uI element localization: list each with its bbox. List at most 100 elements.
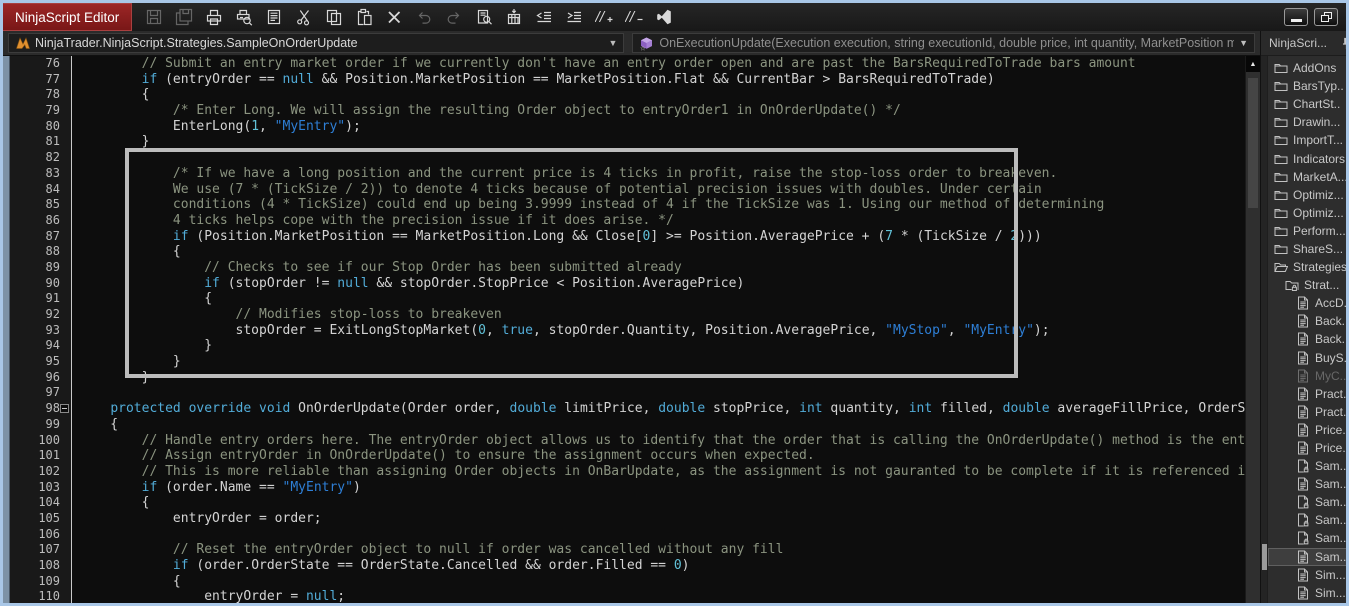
comment-selection-button[interactable]: // (594, 8, 613, 27)
explorer-item-back[interactable]: Back... (1268, 330, 1346, 348)
explorer-item-sam[interactable]: Sam... (1268, 493, 1346, 511)
code-line[interactable]: 77 if (entryOrder == null && Position.Ma… (10, 71, 1245, 88)
code-line[interactable]: 89 // Checks to see if our Stop Order ha… (10, 259, 1245, 276)
code-line[interactable]: 98 protected override void OnOrderUpdate… (10, 401, 1245, 417)
explorer-item-back[interactable]: Back... (1268, 312, 1346, 330)
code-line[interactable]: 83 /* If we have a long position and the… (10, 165, 1245, 182)
explorer-item-shares[interactable]: ShareS... (1268, 240, 1346, 258)
explorer-item-strategies[interactable]: Strategies (1268, 258, 1346, 276)
code-line[interactable]: 81 } (10, 134, 1245, 151)
code-line[interactable]: 96 } (10, 369, 1245, 386)
explorer-item-myc[interactable]: MyC... (1268, 367, 1346, 385)
explorer-item-strat[interactable]: Strat... (1268, 276, 1346, 294)
code-line[interactable]: 82 (10, 150, 1245, 166)
explorer-item-chartst[interactable]: ChartSt.. (1268, 95, 1346, 113)
page-setup-button[interactable] (264, 8, 283, 27)
code-line[interactable]: 104 { (10, 495, 1245, 511)
explorer-item-optimiz[interactable]: Optimiz... (1268, 186, 1346, 204)
method-selector-dropdown[interactable]: ☆ OnExecutionUpdate(Execution execution,… (632, 33, 1255, 53)
undo-button[interactable] (414, 8, 433, 27)
scroll-up-arrow-icon[interactable]: ▲ (1246, 56, 1260, 72)
restore-button[interactable] (1314, 8, 1338, 26)
code-line[interactable]: 95 } (10, 354, 1245, 370)
unindent-button[interactable] (534, 8, 553, 27)
code-line[interactable]: 88 { (10, 244, 1245, 260)
editor-tab[interactable]: NinjaScript Editor (3, 3, 133, 31)
code-line[interactable]: 101 // Assign entryOrder in OnOrderUpdat… (10, 448, 1245, 464)
editor-vertical-scrollbar[interactable]: ▲ (1245, 56, 1260, 603)
explorer-item-accd[interactable]: AccD... (1268, 294, 1346, 312)
find-button[interactable] (474, 8, 493, 27)
explorer-item-label: Pract... (1315, 404, 1347, 419)
explorer-item-importt[interactable]: ImportT... (1268, 131, 1346, 149)
explorer-item-pract[interactable]: Pract... (1268, 385, 1346, 403)
explorer-item-drawin[interactable]: Drawin... (1268, 113, 1346, 131)
minimize-button[interactable] (1284, 8, 1308, 26)
code-line[interactable]: 110 entryOrder = null; (10, 589, 1245, 603)
scrollbar-thumb[interactable] (1248, 78, 1258, 208)
explorer-item-label: Price... (1315, 441, 1349, 456)
explorer-item-indicators[interactable]: Indicators (1268, 149, 1346, 167)
print-button[interactable] (204, 8, 223, 27)
code-line[interactable]: 97 (10, 385, 1245, 402)
code-line[interactable]: 93 stopOrder = ExitLongStopMarket(0, tru… (10, 322, 1245, 339)
explorer-item-buys[interactable]: BuyS... (1268, 349, 1346, 367)
explorer-item-sam[interactable]: Sam... (1268, 511, 1346, 529)
class-selector-dropdown[interactable]: NinjaTrader.NinjaScript.Strategies.Sampl… (8, 33, 625, 53)
explorer-item-price[interactable]: Price... (1268, 421, 1346, 439)
code-line[interactable]: 100 // Handle entry orders here. The ent… (10, 432, 1245, 449)
code-line[interactable]: 86 4 ticks helps cope with the precision… (10, 212, 1245, 229)
explorer-item-price[interactable]: Price... (1268, 439, 1349, 457)
explorer-scrollbar-thumb[interactable] (1262, 544, 1267, 570)
code-line[interactable]: 105 entryOrder = order; (10, 510, 1245, 527)
line-number: 96 (10, 369, 72, 386)
delete-button[interactable] (384, 8, 403, 27)
code-line[interactable]: 92 // Modifies stop-loss to breakeven (10, 307, 1245, 323)
edit-in-visual-studio-button[interactable] (654, 8, 673, 27)
code-line[interactable]: 76 // Submit an entry market order if we… (10, 56, 1245, 72)
uncomment-selection-button[interactable]: // (624, 8, 643, 27)
code-line[interactable]: 103 if (order.Name == "MyEntry") (10, 479, 1245, 496)
explorer-item-sam[interactable]: Sam... (1268, 475, 1346, 493)
paste-button[interactable] (354, 8, 373, 27)
explorer-scrollbar[interactable] (1261, 56, 1268, 603)
code-line[interactable]: 90 if (stopOrder != null && stopOrder.St… (10, 275, 1245, 292)
explorer-item-marketa[interactable]: MarketA... (1268, 168, 1346, 186)
code-editor[interactable]: 76 // Submit an entry market order if we… (10, 56, 1245, 603)
code-line[interactable]: 108 if (order.OrderState == OrderState.C… (10, 558, 1245, 574)
explorer-item-perform[interactable]: Perform... (1268, 222, 1346, 240)
explorer-item-sam[interactable]: Sam... (1268, 547, 1346, 566)
explorer-item-sam[interactable]: Sam... (1268, 529, 1346, 547)
save-button[interactable] (144, 8, 163, 27)
code-line[interactable]: 106 (10, 526, 1245, 543)
code-line[interactable]: 107 // Reset the entryOrder object to nu… (10, 542, 1245, 558)
code-line[interactable]: 84 We use (7 * (TickSize / 2)) to denote… (10, 181, 1245, 198)
print-preview-button[interactable] (234, 8, 253, 27)
code-line[interactable]: 102 // This is more reliable than assign… (10, 463, 1245, 480)
code-line[interactable]: 99 { (10, 416, 1245, 433)
explorer-item-pract[interactable]: Pract... (1268, 403, 1347, 421)
code-line[interactable]: 78 { (10, 87, 1245, 104)
compile-button[interactable] (504, 8, 523, 27)
code-line[interactable]: 109 { (10, 573, 1245, 590)
code-line[interactable]: 94 } (10, 338, 1245, 355)
indent-button[interactable] (564, 8, 583, 27)
explorer-item-sim[interactable]: Sim... (1268, 584, 1346, 602)
save-all-button[interactable] (174, 8, 193, 27)
explorer-item-barstyp[interactable]: BarsTyp.. (1268, 77, 1346, 95)
redo-button[interactable] (444, 8, 463, 27)
code-line[interactable]: 79 /* Enter Long. We will assign the res… (10, 103, 1245, 119)
explorer-item-sim[interactable]: Sim... (1268, 566, 1346, 584)
code-line[interactable]: 80 EnterLong(1, "MyEntry"); (10, 118, 1245, 135)
pin-icon[interactable] (1340, 37, 1346, 50)
explorer-item-sam[interactable]: Sam... (1268, 457, 1346, 475)
code-line[interactable]: 87 if (Position.MarketPosition == Market… (10, 228, 1245, 245)
code-line[interactable]: 85 conditions (4 * TickSize) could end u… (10, 197, 1245, 213)
code-line-text: if (Position.MarketPosition == MarketPos… (172, 228, 1042, 244)
copy-button[interactable] (324, 8, 343, 27)
code-line[interactable]: 91 { (10, 291, 1245, 307)
collapse-region-icon[interactable] (60, 404, 69, 414)
cut-button[interactable] (294, 8, 313, 27)
explorer-item-addons[interactable]: AddOns (1268, 59, 1346, 77)
explorer-item-optimiz[interactable]: Optimiz... (1268, 204, 1346, 222)
